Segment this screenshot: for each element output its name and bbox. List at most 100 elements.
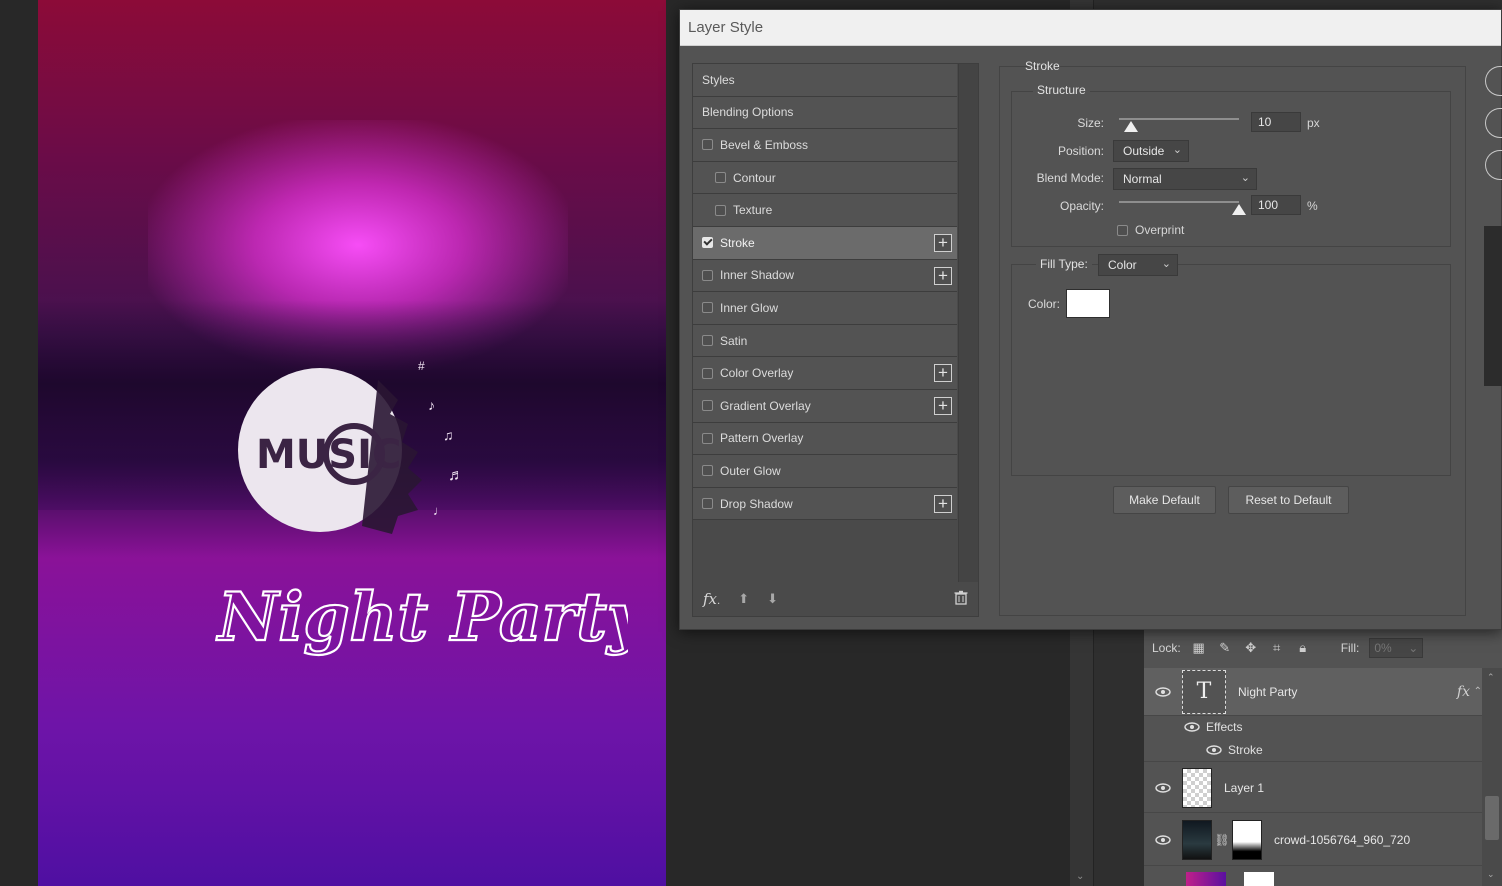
scroll-thumb[interactable] [1485, 796, 1499, 840]
next-mask-thumb [1244, 872, 1274, 886]
add-instance-plus-icon[interactable]: + [934, 396, 952, 415]
style-item-styles[interactable]: Styles [693, 64, 957, 97]
reset-to-default-button[interactable]: Reset to Default [1228, 486, 1349, 514]
overprint-checkbox[interactable]: Overprint [1117, 223, 1184, 237]
style-checkbox[interactable] [702, 400, 713, 412]
size-label: Size: [1077, 116, 1104, 130]
color-label: Color: [1027, 297, 1060, 311]
effects-row[interactable]: Effects [1144, 716, 1484, 738]
trash-icon[interactable] [954, 590, 968, 608]
stroke-eye-icon[interactable] [1144, 744, 1228, 755]
move-up-icon[interactable]: ⬆︎ [738, 591, 749, 607]
layer-name: Layer 1 [1224, 780, 1265, 795]
mask-thumb[interactable] [1232, 819, 1262, 860]
ok-button-edge[interactable] [1485, 66, 1502, 96]
style-checkbox[interactable] [702, 302, 713, 314]
effects-eye-icon[interactable] [1144, 722, 1206, 732]
collapse-effects-icon[interactable]: ⌃ [1474, 686, 1482, 697]
lock-row: Lock: ▦ ✎ ✥ ⌗ 🔒︎ Fill: 0% ⌄ [1144, 630, 1484, 666]
layer-row-layer1[interactable]: Layer 1 [1144, 763, 1484, 813]
fill-type-group: Fill Type: Color ⌄ Color: [1011, 254, 1451, 476]
style-checkbox[interactable] [702, 367, 713, 379]
layers-scrollbar[interactable]: ⌃ ⌄ [1482, 668, 1502, 886]
chevron-down-icon: ⌄ [1240, 172, 1250, 184]
make-default-button[interactable]: Make Default [1113, 486, 1216, 514]
style-item-outer-glow[interactable]: Outer Glow [693, 455, 957, 488]
style-checkbox[interactable] [702, 139, 713, 151]
add-instance-plus-icon[interactable]: + [934, 494, 952, 513]
cancel-button-edge[interactable] [1485, 108, 1502, 138]
lock-position-icon[interactable]: ✥ [1243, 640, 1259, 656]
link-icon[interactable]: ⛓︎ [1212, 833, 1232, 847]
lock-artboard-icon[interactable]: ⌗ [1269, 640, 1285, 656]
stroke-effect-label: Stroke [1228, 742, 1263, 757]
stroke-color-swatch[interactable] [1066, 289, 1110, 318]
stroke-effect-row[interactable]: Stroke [1144, 738, 1484, 762]
scroll-up-icon[interactable]: ⌃ [1487, 672, 1495, 683]
scroll-down-icon[interactable]: ⌄ [1487, 869, 1495, 880]
lock-all-icon[interactable]: 🔒︎ [1295, 640, 1311, 656]
style-checkbox[interactable] [702, 237, 713, 249]
style-item-label: Drop Shadow [720, 496, 793, 511]
style-item-label: Inner Glow [720, 300, 779, 315]
style-item-label: Outer Glow [720, 463, 781, 478]
opacity-label: Opacity: [1059, 199, 1104, 213]
style-item-gradient-overlay[interactable]: Gradient Overlay + [693, 389, 957, 423]
add-instance-plus-icon[interactable]: + [934, 233, 952, 252]
add-instance-plus-icon[interactable]: + [934, 266, 952, 285]
visibility-eye-icon[interactable] [1144, 834, 1182, 845]
layer-row-night-party[interactable]: T Night Party fx ⌃ [1144, 668, 1484, 716]
style-item-texture[interactable]: Texture [693, 194, 957, 227]
style-item-color-overlay[interactable]: Color Overlay + [693, 357, 957, 390]
svg-text:♩: ♩ [433, 503, 446, 518]
lock-paint-icon[interactable]: ✎ [1217, 640, 1233, 656]
svg-text:♬: ♬ [448, 467, 464, 484]
style-item-drop-shadow[interactable]: Drop Shadow + [693, 487, 957, 521]
opacity-slider[interactable] [1119, 199, 1246, 215]
style-item-blending-options[interactable]: Blending Options [693, 96, 957, 130]
svg-text:#: # [418, 359, 425, 373]
style-item-inner-shadow[interactable]: Inner Shadow + [693, 259, 957, 293]
lock-label: Lock: [1152, 641, 1181, 655]
effects-label: Effects [1206, 720, 1243, 734]
size-slider[interactable] [1119, 116, 1239, 132]
lock-transparent-icon[interactable]: ▦ [1191, 640, 1207, 656]
blend-mode-select[interactable]: Normal ⌄ [1113, 168, 1257, 190]
opacity-slider-thumb[interactable] [1232, 204, 1246, 215]
size-input[interactable]: 10 [1251, 112, 1301, 132]
new-style-button-edge[interactable] [1485, 150, 1502, 180]
opacity-input[interactable]: 100 [1251, 195, 1301, 215]
dialog-title[interactable]: Layer Style [680, 10, 1501, 46]
size-slider-thumb[interactable] [1124, 121, 1138, 132]
style-checkbox[interactable] [702, 269, 713, 281]
style-item-label: Texture [733, 203, 773, 218]
style-item-stroke[interactable]: Stroke + [693, 226, 957, 260]
style-checkbox[interactable] [715, 204, 726, 216]
style-item-satin[interactable]: Satin [693, 324, 957, 358]
layer-row-crowd[interactable]: ⛓︎ crowd-1056764_960_720 [1144, 814, 1484, 866]
style-item-contour[interactable]: Contour [693, 161, 957, 195]
style-item-bevel-emboss[interactable]: Bevel & Emboss [693, 129, 957, 162]
fill-type-select[interactable]: Color ⌄ [1098, 254, 1178, 276]
style-checkbox[interactable] [702, 465, 713, 477]
overprint-check-box[interactable] [1117, 224, 1128, 236]
style-checkbox[interactable] [715, 172, 726, 184]
style-item-inner-glow[interactable]: Inner Glow [693, 292, 957, 325]
position-select[interactable]: Outside ⌄ [1113, 140, 1189, 162]
add-instance-plus-icon[interactable]: + [934, 364, 952, 383]
blend-mode-value: Normal [1123, 172, 1162, 186]
style-item-label: Gradient Overlay [720, 398, 811, 413]
fill-input[interactable]: 0% ⌄ [1369, 638, 1424, 658]
document-canvas[interactable]: MUSIC ♪ ♫ ♬ # ♩ Night Party [38, 0, 666, 886]
style-checkbox[interactable] [702, 335, 713, 347]
fx-menu-button[interactable]: fx. [703, 590, 720, 608]
styles-list-scrollbar[interactable] [958, 64, 978, 582]
style-checkbox[interactable] [702, 498, 713, 510]
fx-icon[interactable]: fx [1457, 684, 1470, 700]
style-item-pattern-overlay[interactable]: Pattern Overlay [693, 422, 957, 456]
visibility-eye-icon[interactable] [1144, 782, 1182, 793]
style-checkbox[interactable] [702, 432, 713, 444]
visibility-eye-icon[interactable] [1144, 686, 1182, 697]
style-item-label: Satin [720, 333, 748, 348]
move-down-icon[interactable]: ⬇︎ [767, 591, 778, 607]
